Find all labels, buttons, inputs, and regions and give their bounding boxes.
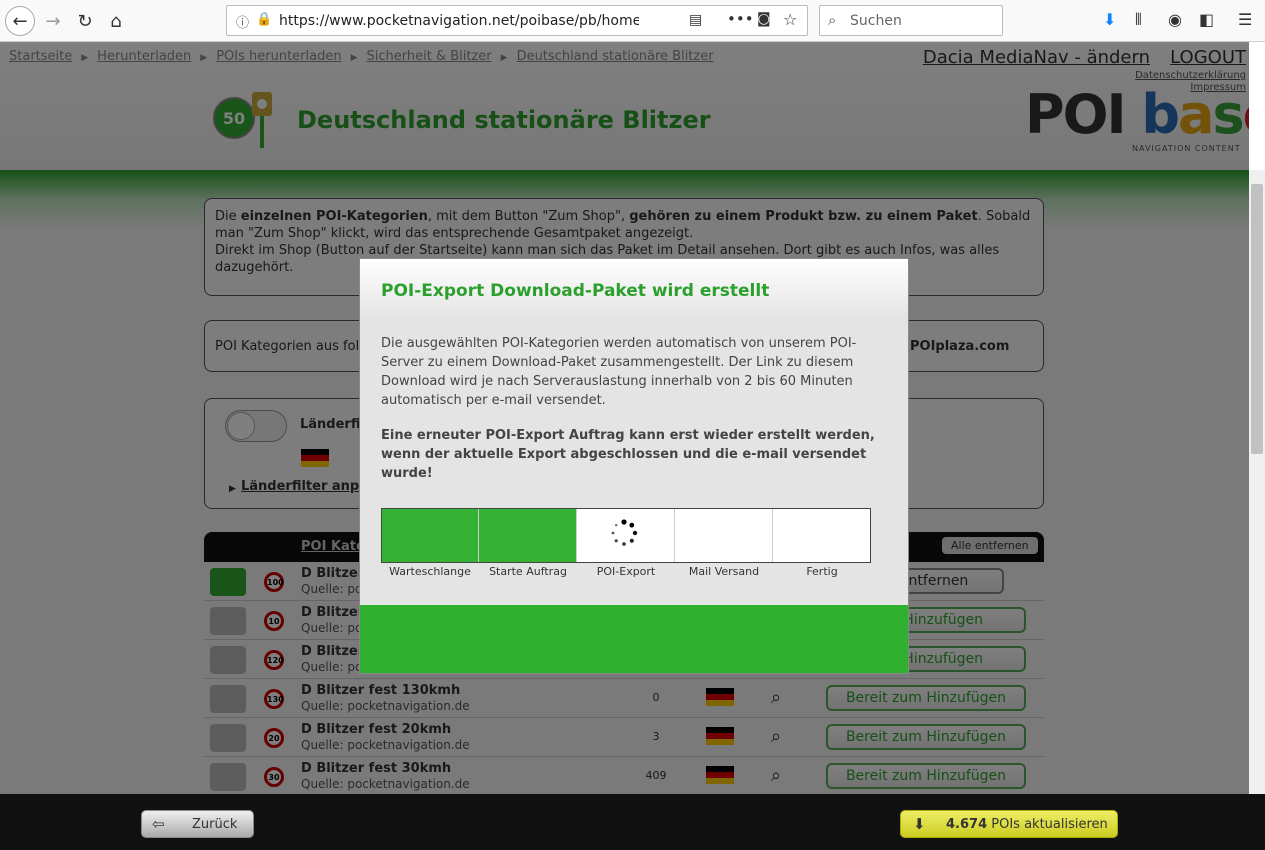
menu-icon[interactable]: ☰ (1238, 10, 1252, 29)
search-placeholder: Suchen (850, 13, 902, 29)
scrollbar-thumb[interactable] (1251, 184, 1263, 454)
step-mail-versand (675, 509, 773, 562)
loading-spinner-icon (611, 519, 638, 546)
url-bar[interactable]: ⓘ 🔒 https://www.pocketnavigation.net/poi… (226, 5, 808, 36)
step-label: Mail Versand (688, 565, 760, 578)
account-icon[interactable]: ◉ (1168, 10, 1182, 29)
step-warteschlange (382, 509, 479, 562)
sidebar-icon[interactable]: ◧ (1199, 10, 1214, 29)
modal-text: Die ausgewählten POI-Kategorien werden a… (381, 336, 857, 408)
home-icon[interactable]: ⌂ (101, 6, 131, 36)
url-text[interactable]: https://www.pocketnavigation.net/poibase… (279, 13, 639, 29)
export-progress (381, 508, 871, 563)
update-count: 4.674 (946, 817, 988, 832)
search-icon: ⌕ (828, 11, 837, 29)
modal-footer (360, 605, 908, 673)
modal-body: Die ausgewählten POI-Kategorien werden a… (360, 323, 908, 605)
step-label: Warteschlange (389, 565, 471, 578)
step-label: Fertig (806, 565, 838, 578)
library-icon[interactable]: ⫴ (1135, 10, 1142, 30)
screen: ← → ↻ ⌂ ⓘ 🔒 https://www.pocketnavigation… (0, 0, 1265, 850)
export-modal: POI-Export Download-Paket wird erstellt … (359, 258, 909, 674)
step-starte-auftrag (479, 509, 577, 562)
back-button[interactable]: ⇦ Zurück (141, 810, 254, 838)
scrollbar[interactable] (1249, 170, 1265, 794)
page-actions-icon[interactable]: ••• (727, 10, 754, 28)
reader-view-icon[interactable]: ▤ (689, 12, 702, 28)
bookmark-star-icon[interactable]: ☆ (783, 10, 797, 29)
info-icon[interactable]: ⓘ (236, 12, 249, 31)
step-fertig (773, 509, 870, 562)
step-label: Starte Auftrag (489, 565, 567, 578)
download-icon: ⬇ (913, 815, 926, 833)
reload-icon[interactable]: ↻ (70, 6, 100, 36)
step-poi-export (577, 509, 675, 562)
lock-icon: 🔒 (256, 12, 273, 27)
search-input[interactable]: ⌕ Suchen (819, 5, 1003, 36)
back-arrow-icon[interactable]: ← (5, 6, 35, 36)
step-label: POI-Export (596, 565, 656, 578)
modal-title: POI-Export Download-Paket wird erstellt (381, 281, 770, 301)
back-icon: ⇦ (152, 815, 165, 833)
bottom-bar: ⇦ Zurück ⬇ 4.674 POIs aktualisieren (0, 794, 1265, 850)
browser-toolbar: ← → ↻ ⌂ ⓘ 🔒 https://www.pocketnavigation… (0, 0, 1265, 42)
modal-header: POI-Export Download-Paket wird erstellt (360, 259, 908, 323)
update-pois-button[interactable]: ⬇ 4.674 POIs aktualisieren (900, 810, 1118, 838)
pocket-icon[interactable]: ◙ (757, 11, 771, 27)
modal-warning: Eine erneuter POI-Export Auftrag kann er… (381, 428, 875, 481)
forward-arrow-icon[interactable]: → (38, 6, 68, 36)
download-icon[interactable]: ⬇ (1103, 10, 1116, 29)
